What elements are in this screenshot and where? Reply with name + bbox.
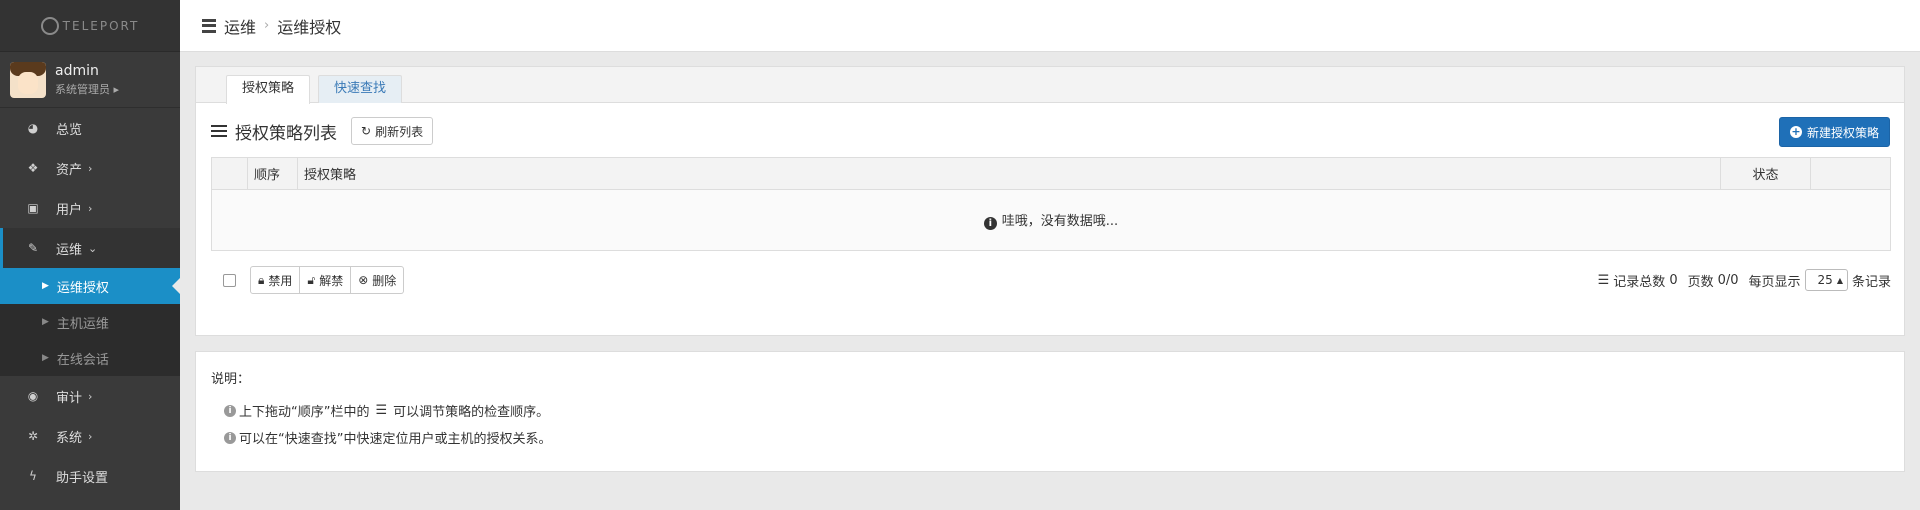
column-header-status[interactable]: 状态 (1720, 157, 1811, 190)
sidebar-subitem-ops-auth[interactable]: ▶ 运维授权 (0, 268, 180, 304)
sidebar-item-label: 运维 (56, 242, 83, 258)
list-icon (211, 125, 227, 137)
info-icon: i (224, 404, 236, 417)
create-policy-button[interactable]: + 新建授权策略 (1778, 117, 1890, 147)
bolt-icon: ϟ (29, 469, 37, 483)
user-name: admin (55, 62, 99, 79)
chevron-down-icon: ⌄ (88, 241, 98, 255)
chevron-right-icon: › (264, 18, 270, 33)
breadcrumb: 运维 › 运维授权 (180, 0, 1920, 52)
tab-bar: 授权策略 快速查找 (196, 67, 1904, 104)
select-all-checkbox[interactable] (223, 273, 236, 287)
sidebar-item-label: 资产 (56, 162, 83, 178)
empty-message: i 哇哦，没有数据哦... (211, 189, 1891, 251)
column-header-select (211, 157, 248, 190)
bulk-actions: 🔒︎ 禁用 🔓︎ 解禁 ⊗ 删除 (250, 266, 405, 294)
per-page-select[interactable]: 25 ▲ (1804, 269, 1848, 291)
per-page-suffix: 条记录 (1851, 274, 1891, 290)
chevron-right-icon: › (88, 429, 93, 443)
avatar (10, 61, 46, 98)
gear-icon: ✲ (27, 429, 39, 443)
caret-right-icon: ▶ (42, 317, 49, 327)
sidebar-item-assistant-settings[interactable]: ϟ 助手设置 (0, 456, 180, 496)
lock-icon: 🔒︎ (258, 272, 265, 287)
policy-panel: 授权策略 快速查找 授权策略列表 ↻ 刷新列表 + 新建授权策略 顺序 授权策略… (195, 66, 1905, 336)
delete-button[interactable]: ⊗ 删除 (351, 266, 405, 294)
table-footer: 🔒︎ 禁用 🔓︎ 解禁 ⊗ 删除 ☰ 记录总数 0 页数 0/0 每页显示 25 ▲ 条… (211, 265, 1891, 295)
sidebar-item-assets[interactable]: ❖ 资产 › (0, 148, 180, 188)
total-count: 0 (1669, 272, 1678, 288)
server-icon (202, 18, 216, 33)
sidebar-item-system[interactable]: ✲ 系统 › (0, 416, 180, 456)
eye-icon: ◉ (27, 389, 39, 403)
breadcrumb-page: 运维授权 (277, 17, 342, 37)
dashboard-icon: ◕ (27, 121, 39, 135)
user-profile[interactable]: admin 系统管理员 ▸ (0, 52, 180, 108)
info-icon: i (983, 217, 997, 230)
sidebar-submenu-ops: ▶ 运维授权 ▶ 主机运维 ▶ 在线会话 (0, 268, 180, 376)
brand-logo[interactable]: TELEPORT (0, 0, 180, 52)
bars-icon: ☰ (375, 403, 388, 418)
column-header-actions (1810, 157, 1891, 190)
info-icon: i (224, 431, 236, 444)
plus-circle-icon: + (1789, 125, 1802, 138)
table-empty-row: i 哇哦，没有数据哦... (211, 189, 1891, 251)
per-page-label: 每页显示 (1748, 274, 1801, 290)
times-circle-icon: ⊗ (358, 273, 369, 287)
help-notes: 说明： i 上下拖动“顺序”栏中的 ☰ 可以调节策略的检查顺序。 i 可以在“快… (195, 351, 1905, 472)
sidebar-item-label: 总览 (56, 122, 83, 138)
refresh-icon: ↻ (361, 124, 372, 138)
list-title: 授权策略列表 (235, 123, 337, 144)
sidebar-item-label: 用户 (56, 202, 83, 218)
table-header-row: 顺序 授权策略 状态 (211, 157, 1891, 190)
notes-heading: 说明： (211, 372, 251, 387)
refresh-list-button[interactable]: ↻ 刷新列表 (351, 117, 434, 145)
caret-right-icon: ▶ (42, 353, 49, 363)
cubes-icon: ❖ (27, 161, 39, 175)
disable-button[interactable]: 🔒︎ 禁用 (250, 266, 301, 294)
sidebar-item-users[interactable]: ▣ 用户 › (0, 188, 180, 228)
total-label: 记录总数 (1613, 274, 1666, 290)
note-line-2: i 可以在“快速查找”中快速定位用户或主机的授权关系。 (224, 428, 1889, 447)
user-role[interactable]: 系统管理员 ▸ (55, 81, 119, 97)
list-header: 授权策略列表 ↻ 刷新列表 (211, 117, 434, 145)
pages-label: 页数 (1687, 274, 1714, 290)
column-header-order[interactable]: 顺序 (247, 157, 298, 190)
sidebar-item-label: 系统 (56, 430, 83, 446)
policy-table: 顺序 授权策略 状态 i 哇哦，没有数据哦... (211, 157, 1891, 251)
sidebar-subitem-online-sessions[interactable]: ▶ 在线会话 (0, 340, 180, 376)
chevron-right-icon: › (88, 201, 93, 215)
chevron-right-icon: › (88, 161, 93, 175)
breadcrumb-section: 运维 (224, 17, 257, 37)
pagination: ☰ 记录总数 0 页数 0/0 每页显示 25 ▲ 条记录 (1590, 269, 1891, 291)
unlock-button[interactable]: 🔓︎ 解禁 (300, 266, 352, 294)
pages-value: 0/0 (1717, 272, 1739, 288)
sidebar-item-label: 助手设置 (56, 470, 109, 486)
unlock-icon: 🔓︎ (307, 272, 316, 287)
teleport-logo-icon (40, 16, 59, 35)
sidebar-item-ops[interactable]: ✎ 运维 ⌄ (0, 228, 180, 268)
list-icon: ☰ (1597, 272, 1610, 288)
sidebar-item-audit[interactable]: ◉ 审计 › (0, 376, 180, 416)
sidebar-item-label: 审计 (56, 390, 83, 406)
tab-auth-policy[interactable]: 授权策略 (226, 75, 311, 104)
sidebar: TELEPORT admin 系统管理员 ▸ ◕ 总览 ❖ 资产 › ▣ 用户 … (0, 0, 180, 510)
caret-up-icon: ▲ (1836, 275, 1843, 285)
address-book-icon: ▣ (27, 201, 39, 215)
tab-quick-search[interactable]: 快速查找 (318, 75, 403, 103)
wrench-icon: ✎ (27, 241, 39, 255)
sidebar-item-overview[interactable]: ◕ 总览 (0, 108, 180, 148)
brand-text: TELEPORT (62, 18, 140, 33)
chevron-right-icon: › (88, 389, 93, 403)
sidebar-subitem-host-ops[interactable]: ▶ 主机运维 (0, 304, 180, 340)
caret-right-icon: ▶ (42, 281, 49, 291)
note-line-1: i 上下拖动“顺序”栏中的 ☰ 可以调节策略的检查顺序。 (224, 401, 1889, 420)
column-header-policy[interactable]: 授权策略 (297, 157, 1721, 190)
